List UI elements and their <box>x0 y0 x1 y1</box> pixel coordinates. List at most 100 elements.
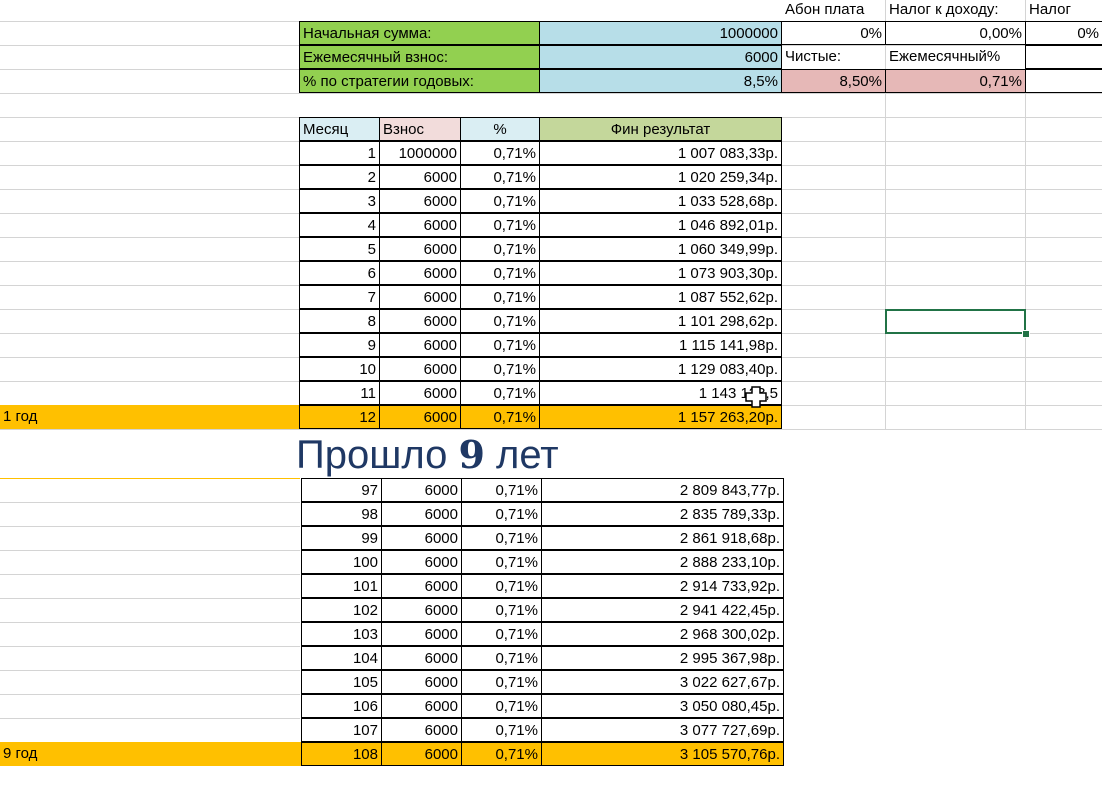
table-cell[interactable]: 0,71% <box>460 381 540 405</box>
table-cell[interactable]: 0,71% <box>460 357 540 381</box>
table-cell[interactable]: 1 033 528,68р. <box>539 189 782 213</box>
table-cell[interactable]: 0,71% <box>461 550 542 574</box>
table-cell[interactable]: 1 046 892,01р. <box>539 213 782 237</box>
table-cell[interactable]: 1 073 903,30р. <box>539 261 782 285</box>
table-cell[interactable]: 0,71% <box>460 309 540 333</box>
table-cell[interactable]: 11 <box>299 381 380 405</box>
table-cell[interactable]: 6000 <box>381 574 462 598</box>
fill-handle[interactable] <box>1022 330 1030 338</box>
table-cell[interactable]: 0,71% <box>461 694 542 718</box>
table-cell[interactable]: 0,71% <box>460 405 540 429</box>
table-cell[interactable]: 105 <box>301 670 382 694</box>
table-cell[interactable]: 0,71% <box>461 574 542 598</box>
net-value[interactable]: 8,50% <box>781 69 886 93</box>
table-cell[interactable]: 3 022 627,67р. <box>541 670 784 694</box>
table-cell[interactable]: 107 <box>301 718 382 742</box>
table-cell[interactable]: 99 <box>301 526 382 550</box>
table-cell[interactable]: 6000 <box>381 550 462 574</box>
table-cell[interactable]: 0,71% <box>460 141 540 165</box>
table-cell[interactable]: 0,71% <box>461 598 542 622</box>
table-cell[interactable]: 98 <box>301 502 382 526</box>
table-cell[interactable]: 2 914 733,92р. <box>541 574 784 598</box>
table-cell[interactable]: 3 077 727,69р. <box>541 718 784 742</box>
table-cell[interactable]: 1 101 298,62р. <box>539 309 782 333</box>
table-cell[interactable]: 1 <box>299 141 380 165</box>
table-cell[interactable]: 6000 <box>379 285 461 309</box>
table-cell[interactable]: 6000 <box>381 694 462 718</box>
table-cell[interactable]: 0,71% <box>461 526 542 550</box>
table-cell[interactable]: 6000 <box>381 670 462 694</box>
tax-value[interactable]: 0% <box>1025 21 1102 45</box>
table-cell[interactable]: 3 <box>299 189 380 213</box>
table-cell[interactable]: 6000 <box>381 478 462 502</box>
table-cell[interactable]: 1 087 552,62р. <box>539 285 782 309</box>
table-cell[interactable]: 0,71% <box>461 478 542 502</box>
table-cell[interactable]: 6000 <box>381 598 462 622</box>
table-cell[interactable]: 0,71% <box>460 165 540 189</box>
table-cell[interactable]: 0,71% <box>461 622 542 646</box>
table-cell[interactable]: 2 941 422,45р. <box>541 598 784 622</box>
table-cell[interactable]: 0,71% <box>461 670 542 694</box>
table-cell[interactable]: 2 809 843,77р. <box>541 478 784 502</box>
table-cell[interactable]: 104 <box>301 646 382 670</box>
table-cell[interactable]: 6000 <box>379 381 461 405</box>
annual-rate-value[interactable]: 8,5% <box>539 69 782 93</box>
table-cell[interactable]: 0,71% <box>460 333 540 357</box>
table-cell[interactable]: 6000 <box>381 718 462 742</box>
table-cell[interactable]: 6000 <box>379 189 461 213</box>
table-cell[interactable]: 6000 <box>379 213 461 237</box>
income-tax-value[interactable]: 0,00% <box>885 21 1026 45</box>
table-cell[interactable]: 4 <box>299 213 380 237</box>
table-cell[interactable]: 2 835 789,33р. <box>541 502 784 526</box>
tax-empty-cell[interactable] <box>1025 45 1102 69</box>
table-cell[interactable]: 103 <box>301 622 382 646</box>
table-cell[interactable]: 6000 <box>379 357 461 381</box>
table-cell[interactable]: 97 <box>301 478 382 502</box>
monthly-percent-value[interactable]: 0,71% <box>885 69 1026 93</box>
table-cell[interactable]: 6000 <box>381 742 462 766</box>
initial-sum-value[interactable]: 1000000 <box>539 21 782 45</box>
table-cell[interactable]: 6000 <box>381 502 462 526</box>
table-cell[interactable]: 6000 <box>379 261 461 285</box>
table-cell[interactable]: 6000 <box>381 622 462 646</box>
table-cell[interactable]: 5 <box>299 237 380 261</box>
table-cell[interactable]: 1 060 349,99р. <box>539 237 782 261</box>
table-cell[interactable]: 6000 <box>379 333 461 357</box>
table-cell[interactable]: 0,71% <box>460 213 540 237</box>
table-cell[interactable]: 2 995 367,98р. <box>541 646 784 670</box>
table-cell[interactable]: 2 861 918,68р. <box>541 526 784 550</box>
table-cell[interactable]: 6000 <box>381 526 462 550</box>
abon-fee-value[interactable]: 0% <box>781 21 886 45</box>
table-cell[interactable]: 2 888 233,10р. <box>541 550 784 574</box>
table-cell[interactable]: 3 050 080,45р. <box>541 694 784 718</box>
table-cell[interactable]: 0,71% <box>460 285 540 309</box>
table-cell[interactable]: 1 129 083,40р. <box>539 357 782 381</box>
table-cell[interactable]: 1 115 141,98р. <box>539 333 782 357</box>
monthly-deposit-value[interactable]: 6000 <box>539 45 782 69</box>
table-cell[interactable]: 1000000 <box>379 141 461 165</box>
table-cell[interactable]: 10 <box>299 357 380 381</box>
table-cell[interactable]: 106 <box>301 694 382 718</box>
table-cell[interactable]: 2 968 300,02р. <box>541 622 784 646</box>
table-cell[interactable]: 102 <box>301 598 382 622</box>
table-cell[interactable]: 0,71% <box>460 237 540 261</box>
table-cell[interactable]: 108 <box>301 742 382 766</box>
table-cell[interactable]: 1 020 259,34р. <box>539 165 782 189</box>
table-cell[interactable]: 0,71% <box>461 502 542 526</box>
table-cell[interactable]: 0,71% <box>461 742 542 766</box>
table-cell[interactable]: 2 <box>299 165 380 189</box>
table-cell[interactable]: 101 <box>301 574 382 598</box>
table-cell[interactable]: 0,71% <box>461 646 542 670</box>
table-cell[interactable]: 100 <box>301 550 382 574</box>
table-cell[interactable]: 0,71% <box>460 261 540 285</box>
table-cell[interactable]: 1 157 263,20р. <box>539 405 782 429</box>
table-cell[interactable]: 7 <box>299 285 380 309</box>
selected-cell[interactable] <box>885 309 1026 334</box>
table-cell[interactable]: 8 <box>299 309 380 333</box>
table-cell[interactable]: 6000 <box>379 309 461 333</box>
table-cell[interactable]: 6000 <box>379 405 461 429</box>
table-cell[interactable]: 9 <box>299 333 380 357</box>
table-cell[interactable]: 6000 <box>381 646 462 670</box>
table-cell[interactable]: 6000 <box>379 165 461 189</box>
table-cell[interactable]: 6000 <box>379 237 461 261</box>
